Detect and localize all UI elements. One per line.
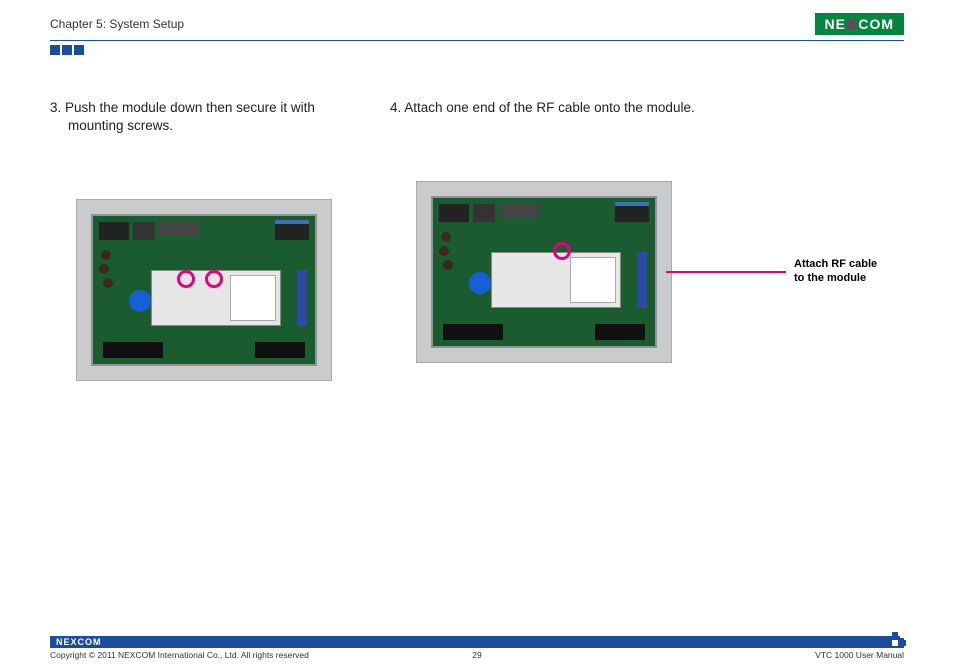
decorative-squares (50, 45, 904, 55)
page-footer: NEXCOM Copyright © 2011 NEXCOM Internati… (50, 636, 904, 660)
callout-label: Attach RF cable to the module (794, 258, 904, 286)
footer-logo: NEXCOM (56, 637, 102, 647)
brand-logo: NEXCOM (815, 13, 904, 35)
callout-line-1: Attach RF cable (794, 258, 877, 270)
figure-step-3 (50, 199, 366, 381)
callout-line-2: to the module (794, 272, 866, 284)
board-photo-2 (416, 181, 672, 363)
logo-part-right: COM (858, 16, 894, 32)
figure-step-4: Attach RF cable to the module (390, 181, 904, 363)
board-photo-1 (76, 199, 332, 381)
logo-part-x: X (847, 16, 857, 32)
copyright-text: Copyright © 2011 NEXCOM International Co… (50, 650, 309, 660)
header-rule (50, 40, 904, 41)
callout-leader-line (666, 271, 786, 273)
footer-decorative-squares (892, 632, 906, 646)
left-column: 3. Push the module down then secure it w… (50, 99, 366, 381)
right-column: 4. Attach one end of the RF cable onto t… (390, 99, 904, 381)
chapter-title: Chapter 5: System Setup (50, 17, 184, 31)
doc-title: VTC 1000 User Manual (815, 650, 904, 660)
step-3-text: 3. Push the module down then secure it w… (50, 99, 366, 135)
logo-part-left: NE (825, 16, 846, 32)
page-number: 29 (472, 650, 481, 660)
step-4-text: 4. Attach one end of the RF cable onto t… (390, 99, 904, 117)
